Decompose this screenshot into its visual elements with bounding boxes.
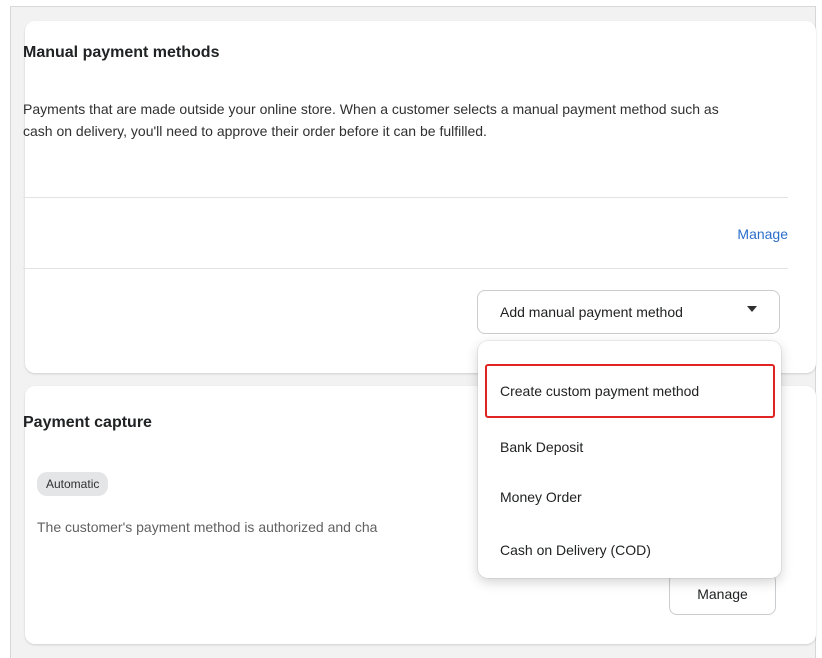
divider — [23, 268, 788, 269]
payment-capture-description: The customer's payment method is authori… — [37, 519, 378, 535]
manual-payment-title: Manual payment methods — [23, 44, 220, 61]
add-manual-payment-method-button[interactable]: Add manual payment method — [477, 290, 780, 334]
manual-payment-description: Payments that are made outside your onli… — [23, 101, 719, 139]
caret-down-icon — [747, 306, 757, 312]
bank-deposit-option[interactable]: Bank Deposit — [478, 427, 781, 467]
payment-method-dropdown: Create custom payment method Bank Deposi… — [478, 341, 781, 578]
payment-capture-title: Payment capture — [23, 414, 152, 431]
add-button-label: Add manual payment method — [500, 304, 683, 320]
capture-manage-button[interactable]: Manage — [669, 573, 776, 615]
cash-on-delivery-option[interactable]: Cash on Delivery (COD) — [478, 530, 781, 570]
status-badge: Automatic — [37, 472, 109, 496]
manage-link[interactable]: Manage — [737, 226, 788, 242]
divider — [23, 197, 788, 198]
money-order-option[interactable]: Money Order — [478, 477, 781, 517]
create-custom-payment-method-option[interactable]: Create custom payment method — [485, 364, 775, 418]
